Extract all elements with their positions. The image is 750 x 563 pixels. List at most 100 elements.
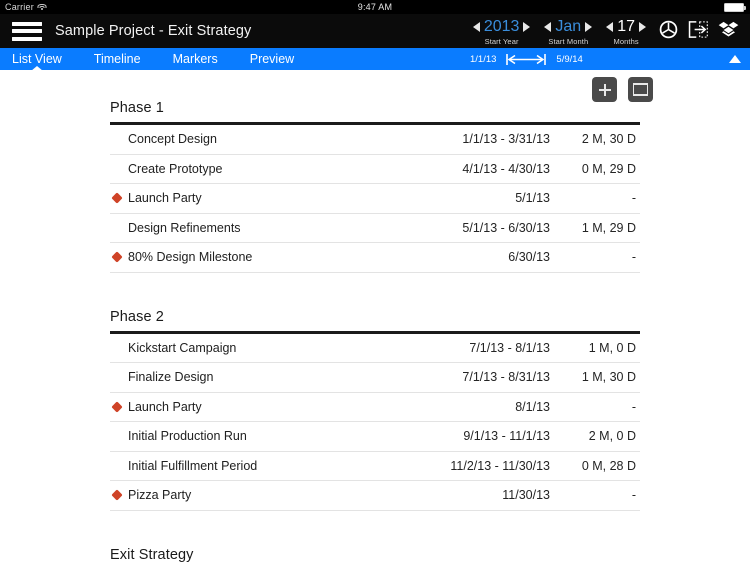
task-dates-cell: 7/1/13 - 8/31/13: [462, 370, 550, 385]
section-title[interactable]: Phase 1: [110, 100, 640, 122]
date-range-arrow-icon[interactable]: [505, 53, 547, 66]
dropbox-icon[interactable]: [713, 17, 743, 43]
task-name-cell: Initial Production Run: [113, 429, 382, 443]
task-duration-cell: 1 M, 29 D: [581, 220, 636, 235]
start-month-label: Start Month: [548, 36, 589, 46]
months-increment-icon[interactable]: [639, 21, 646, 32]
task-duration-cell: 1 M, 30 D: [581, 370, 636, 385]
task-duration-cell: 2 M, 0 D: [588, 429, 636, 444]
task-section: Phase 1 Concept Design 1/1/13 - 3/31/13 2 M…: [110, 100, 640, 273]
task-dates-cell: 4/1/13 - 4/30/13: [462, 161, 550, 176]
battery-icon: [724, 2, 746, 12]
task-name-label: Launch Party: [128, 399, 202, 414]
task-duration-cell: -: [631, 191, 636, 206]
task-name-cell: Design Refinements: [113, 221, 382, 235]
task-name-label: Initial Fulfillment Period: [128, 458, 258, 473]
table-row[interactable]: Initial Production Run 9/1/13 - 11/1/13 2 …: [110, 422, 640, 452]
task-name-label: Concept Design: [128, 132, 217, 147]
table-row[interactable]: 80% Design Milestone 6/30/13 -: [110, 243, 640, 273]
start-year-label: Start Year: [484, 36, 519, 46]
task-name-cell: 80% Design Milestone: [111, 250, 382, 265]
start-month-decrement-icon[interactable]: [544, 21, 552, 32]
table-row[interactable]: Pizza Party 11/30/13 -: [110, 481, 640, 511]
start-year-increment-icon[interactable]: [523, 21, 531, 32]
task-name-label: 80% Design Milestone: [128, 250, 253, 265]
plus-icon: [598, 83, 612, 97]
milestone-diamond-icon: [111, 251, 123, 263]
task-name-label: Design Refinements: [128, 220, 241, 235]
table-row[interactable]: Initial Fulfillment Period 11/2/13 - 11/3…: [110, 452, 640, 481]
months-value: 17: [617, 17, 635, 35]
table-row[interactable]: Design Refinements 5/1/13 - 6/30/13 1 M, 2…: [110, 214, 640, 243]
hamburger-menu-icon[interactable]: [12, 21, 42, 41]
milestone-diamond-icon: [111, 489, 123, 501]
tab-markers[interactable]: Markers: [173, 48, 218, 70]
task-name-label: Launch Party: [128, 191, 202, 206]
project-task-sheet: Phase 1 Concept Design 1/1/13 - 3/31/13 2 M…: [0, 70, 750, 563]
tab-preview[interactable]: Preview: [250, 48, 294, 70]
start-year-stepper[interactable]: 2013 Start Year: [466, 18, 538, 46]
page-title: Sample Project - Exit Strategy: [55, 23, 252, 39]
table-row[interactable]: Concept Design 1/1/13 - 3/31/13 2 M, 30 D: [110, 125, 640, 155]
table-row[interactable]: Launch Party 5/1/13 -: [110, 184, 640, 214]
milestone-diamond-icon: [111, 192, 123, 204]
content-area: Phase 1 Concept Design 1/1/13 - 3/31/13 2 M…: [0, 70, 750, 563]
start-year-decrement-icon[interactable]: [472, 21, 480, 32]
settings-gear-icon[interactable]: [653, 17, 683, 43]
task-name-cell: Kickstart Campaign: [113, 341, 382, 355]
task-section: Exit Strategy: [110, 547, 640, 563]
status-bar-clock: 9:47 AM: [357, 2, 393, 12]
task-dates-cell: 6/30/13: [508, 250, 550, 265]
task-dates-cell: 9/1/13 - 11/1/13: [463, 429, 550, 444]
task-section: Phase 2 Kickstart Campaign 7/1/13 - 8/1/13…: [110, 309, 640, 511]
task-name-label: Pizza Party: [128, 488, 192, 503]
task-name-label: Create Prototype: [128, 161, 223, 176]
section-title[interactable]: Exit Strategy: [110, 547, 640, 563]
task-name-label: Initial Production Run: [128, 429, 247, 444]
task-dates-cell: 11/2/13 - 11/30/13: [450, 458, 550, 473]
task-duration-cell: -: [631, 399, 636, 414]
title-bar-controls: 2013 Start Year Jan Start Month 17 Month…: [466, 17, 743, 46]
list-rows-button[interactable]: [628, 77, 653, 102]
task-name-cell: Create Prototype: [113, 162, 382, 176]
task-name-label: Kickstart Campaign: [128, 340, 237, 355]
table-row[interactable]: Finalize Design 7/1/13 - 8/31/13 1 M, 30 D: [110, 363, 640, 393]
task-name-cell: Pizza Party: [111, 488, 382, 503]
task-dates-cell: 5/1/13 - 6/30/13: [462, 220, 550, 235]
export-icon[interactable]: [683, 17, 713, 43]
task-name-cell: Concept Design: [113, 132, 382, 146]
start-month-value: Jan: [555, 17, 582, 35]
app-title-bar: Sample Project - Exit Strategy 2013 Star…: [0, 14, 750, 48]
task-duration-cell: -: [631, 488, 636, 503]
task-dates-cell: 1/1/13 - 3/31/13: [462, 132, 550, 147]
tab-list-view[interactable]: List View: [12, 48, 62, 70]
task-name-cell: Finalize Design: [113, 370, 382, 384]
start-month-stepper[interactable]: Jan Start Month: [537, 17, 599, 46]
months-stepper[interactable]: 17 Months: [599, 17, 653, 46]
sheet-toolbar: [592, 77, 653, 102]
task-duration-cell: -: [631, 250, 636, 265]
task-dates-cell: 7/1/13 - 8/1/13: [469, 340, 550, 355]
task-duration-cell: 1 M, 0 D: [588, 340, 636, 355]
date-range-display: 1/1/13 5/9/14: [470, 48, 583, 70]
start-month-increment-icon[interactable]: [585, 21, 593, 32]
task-dates-cell: 8/1/13: [515, 399, 550, 414]
task-name-cell: Launch Party: [111, 191, 382, 206]
table-row[interactable]: Launch Party 8/1/13 -: [110, 393, 640, 422]
task-name-cell: Launch Party: [111, 399, 382, 414]
task-duration-cell: 2 M, 30 D: [581, 132, 636, 147]
tab-timeline[interactable]: Timeline: [94, 48, 141, 70]
task-duration-cell: 0 M, 28 D: [581, 458, 636, 473]
months-label: Months: [613, 36, 639, 46]
section-title[interactable]: Phase 2: [110, 309, 640, 331]
collapse-caret-icon[interactable]: [729, 48, 741, 70]
range-end-date: 5/9/14: [556, 53, 583, 65]
table-row[interactable]: Create Prototype 4/1/13 - 4/30/13 0 M, 29 …: [110, 155, 640, 184]
task-name-cell: Initial Fulfillment Period: [113, 459, 382, 473]
months-decrement-icon[interactable]: [606, 21, 614, 32]
task-duration-cell: 0 M, 29 D: [581, 161, 636, 176]
range-start-date: 1/1/13: [470, 53, 497, 65]
task-name-label: Finalize Design: [128, 370, 214, 385]
add-item-button[interactable]: [592, 77, 617, 102]
table-row[interactable]: Kickstart Campaign 7/1/13 - 8/1/13 1 M, 0 …: [110, 334, 640, 363]
